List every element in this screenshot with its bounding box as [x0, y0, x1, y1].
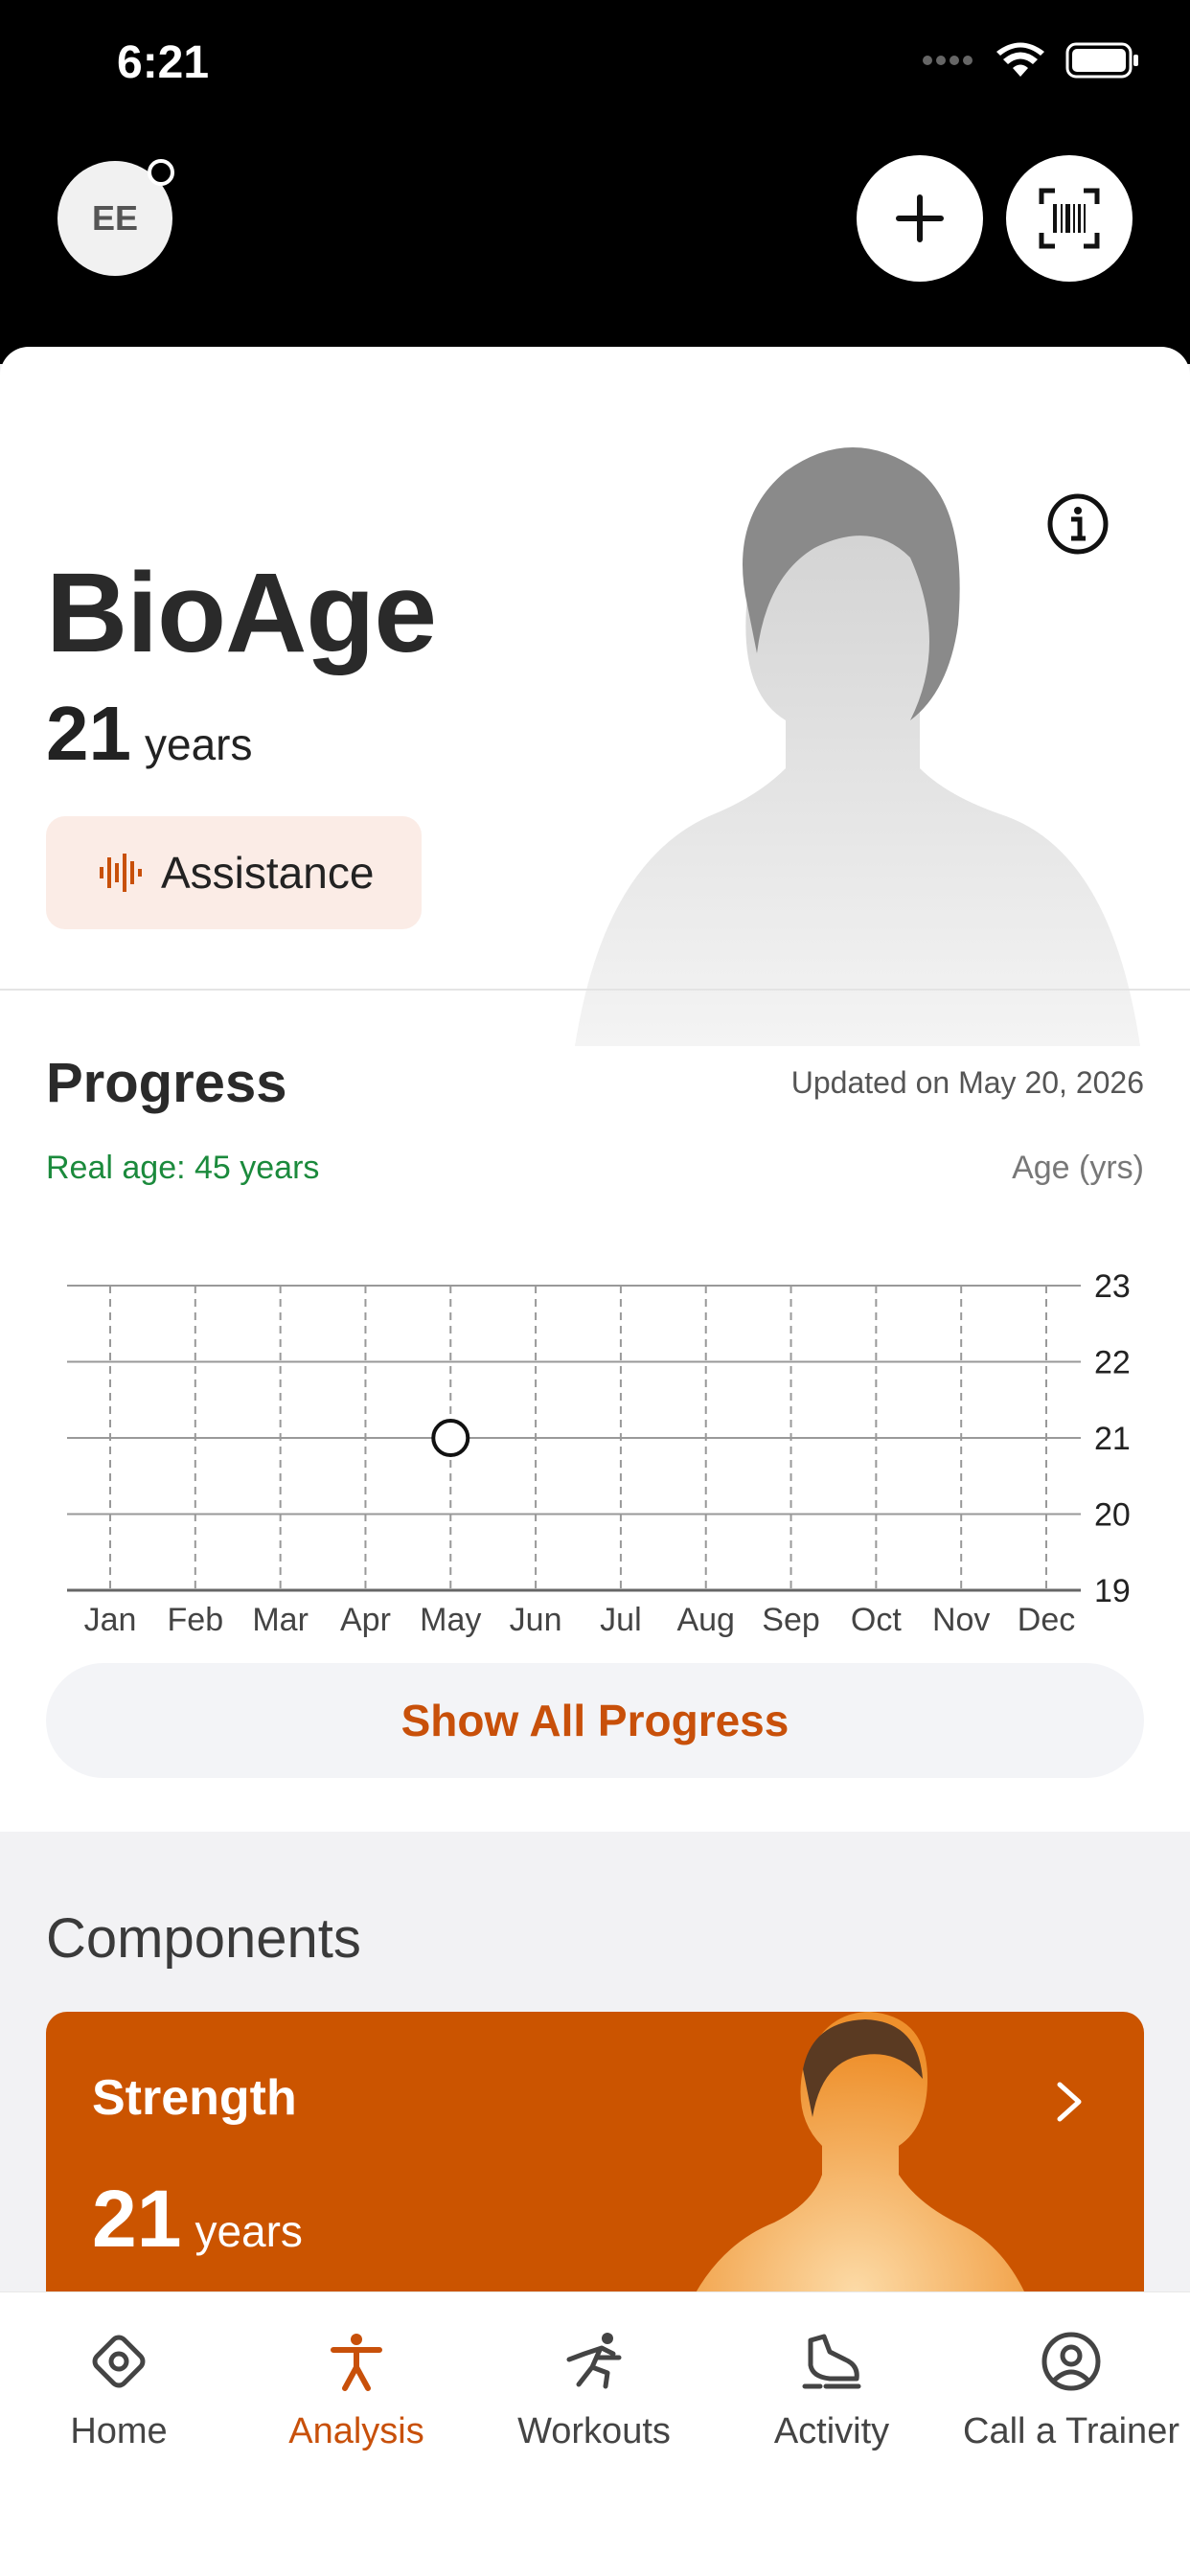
battery-icon [1065, 42, 1138, 79]
top-header: 6:21 EE [0, 0, 1190, 364]
notification-dot [148, 159, 174, 186]
bioage-value: 21 years [46, 690, 252, 778]
axis-label: Age (yrs) [1012, 1150, 1144, 1186]
show-all-progress-button[interactable]: Show All Progress [46, 1663, 1144, 1778]
progress-title: Progress [46, 1052, 287, 1114]
bioage-unit: years [144, 719, 253, 769]
x-tick-label: Feb [168, 1602, 224, 1638]
bioage-title: BioAge [46, 550, 437, 676]
y-tick-label: 23 [1094, 1268, 1131, 1305]
tab-activity[interactable]: Activity [713, 2331, 950, 2452]
tab-label-call-trainer: Call a Trainer [963, 2411, 1179, 2451]
chevron-right-icon [1057, 2082, 1082, 2122]
x-tick-label: Apr [340, 1602, 391, 1638]
tab-label-activity: Activity [773, 2411, 890, 2451]
add-button[interactable] [857, 155, 983, 282]
workout-icon [566, 2333, 622, 2389]
trainer-icon [1041, 2332, 1101, 2391]
avatar[interactable]: EE [57, 159, 174, 276]
barcode-scan-icon [1039, 188, 1100, 249]
x-tick-label: Nov [932, 1602, 990, 1638]
divider [0, 989, 1190, 991]
updated-date: Updated on May 20, 2026 [790, 1065, 1144, 1100]
x-tick-label: Oct [851, 1602, 902, 1638]
strength-number: 21 [92, 2174, 182, 2264]
bioage-number: 21 [46, 691, 131, 776]
tab-call-trainer[interactable]: Call a Trainer [952, 2331, 1190, 2452]
real-age: Real age: 45 years [46, 1150, 320, 1186]
strength-unit: years [195, 2206, 303, 2256]
scan-button[interactable] [1006, 155, 1133, 282]
tab-workouts[interactable]: Workouts [475, 2331, 713, 2452]
x-tick-label: Sep [762, 1602, 820, 1638]
wifi-icon [996, 42, 1044, 77]
tab-label-workouts: Workouts [517, 2411, 671, 2451]
tab-analysis[interactable]: Analysis [238, 2331, 475, 2452]
x-tick-label: Jul [600, 1602, 641, 1638]
strength-age: 21 years [92, 2173, 303, 2266]
progress-chart: 23 22 21 20 19 Jan Feb Mar Apr May Jun Jul Aug Sep Oct… [67, 1268, 1131, 1638]
assistance-button[interactable]: Assistance [46, 816, 422, 929]
bioage-card: BioAge 21 years Assistance Progress Updat… [0, 347, 1190, 1832]
shoe-icon [802, 2334, 861, 2389]
home-icon [92, 2335, 146, 2388]
y-tick-label: 21 [1094, 1421, 1131, 1457]
tab-home[interactable]: Home [0, 2331, 238, 2452]
info-icon[interactable] [1046, 492, 1110, 556]
y-tick-label: 20 [1094, 1497, 1131, 1534]
avatar-initials: EE [91, 198, 139, 238]
components-title: Components [46, 1907, 361, 1970]
x-tick-label: Jun [510, 1602, 562, 1638]
tab-bar: Home Analysis Workouts Activity Call a T… [0, 2291, 1190, 2576]
data-point [431, 1419, 470, 1457]
body-icon [331, 2334, 382, 2391]
tab-label-home: Home [70, 2411, 168, 2451]
x-tick-label: Mar [252, 1602, 309, 1638]
audio-wave-icon [100, 854, 142, 892]
status-time: 6:21 [117, 37, 210, 88]
x-tick-label: Dec [1018, 1602, 1075, 1638]
x-tick-label: Aug [676, 1602, 735, 1638]
status-icons [922, 42, 1140, 79]
assistance-label: Assistance [161, 848, 375, 898]
y-tick-label: 22 [1094, 1345, 1131, 1381]
y-tick-label: 19 [1094, 1573, 1131, 1609]
x-tick-label: May [420, 1602, 481, 1638]
plus-icon [896, 194, 944, 242]
tab-label-analysis: Analysis [288, 2411, 424, 2451]
signal-icon [923, 56, 973, 65]
x-tick-label: Jan [84, 1602, 137, 1638]
strength-label: Strength [92, 2070, 297, 2126]
